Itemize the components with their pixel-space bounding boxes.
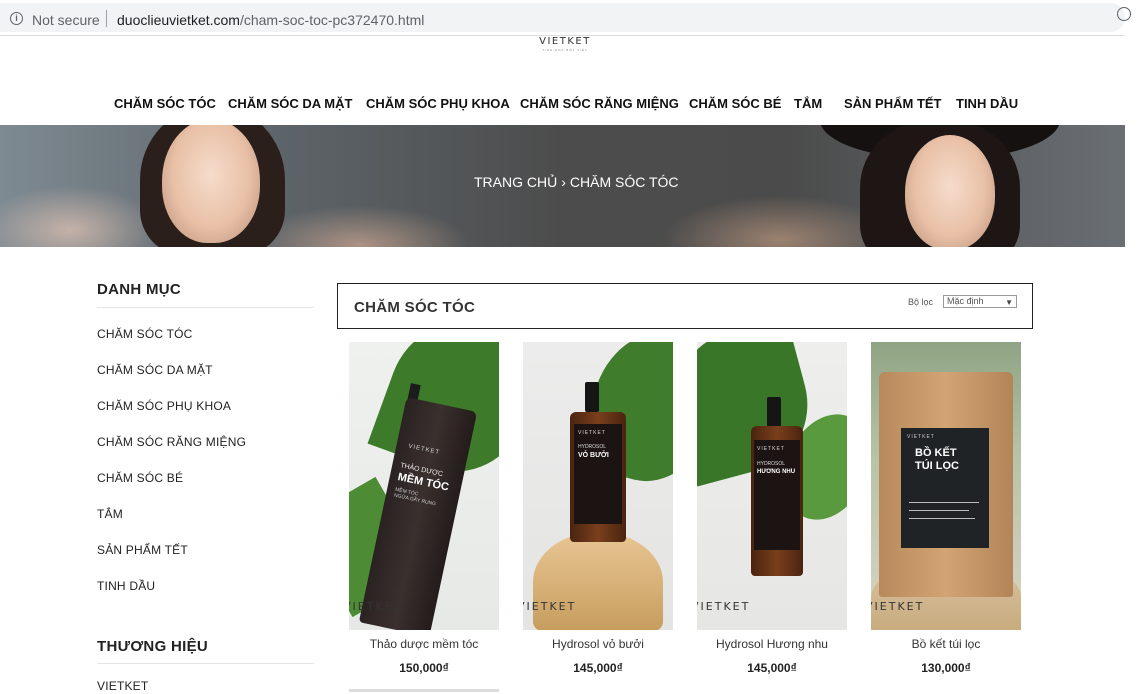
product-name[interactable]: Bồ kết túi lọc <box>861 637 1031 651</box>
sidebar-item-cham-soc-rang-mieng[interactable]: CHĂM SÓC RĂNG MIỆNG <box>97 435 246 449</box>
product-image[interactable]: VIETKET THẢO DƯỢC MỀM TÓC MỀM TÓC NGỪA G… <box>349 342 499 630</box>
omnibox-divider <box>106 10 107 27</box>
category-header: CHĂM SÓC TÓC Bộ lọc Mặc định ▼ <box>337 283 1033 329</box>
spray-nozzle <box>767 397 781 427</box>
bottle-brand: VIETKET <box>407 443 441 457</box>
site-logo[interactable]: VIETKET TINH HOA BỐT VIỆT <box>535 36 595 52</box>
nav-item-cham-soc-phu-khoa[interactable]: CHĂM SÓC PHỤ KHOA <box>366 96 510 111</box>
product-bottle: VIETKET HYDROSOL VỎ BƯỞI <box>570 412 626 542</box>
nav-item-cham-soc-be[interactable]: CHĂM SÓC BÉ <box>689 96 781 111</box>
product-image[interactable]: VIETKET HYDROSOL HƯƠNG NHU VIETKET <box>697 342 847 630</box>
omnibox[interactable]: i Not secure duoclieuvietket.com/cham-so… <box>0 3 1125 32</box>
bag-text: BỒ KẾT <box>915 447 957 459</box>
bottle-brand: VIETKET <box>757 446 785 452</box>
banner-model-face-left <box>162 125 260 243</box>
kraft-bag: VIETKET BỒ KẾT TÚI LỌC <box>879 372 1013 597</box>
nav-item-san-pham-tet[interactable]: SẢN PHẨM TẾT <box>844 96 942 111</box>
sidebar-item-tinh-dau[interactable]: TINH DẦU <box>97 579 155 593</box>
product-bottle: VIETKET HYDROSOL HƯƠNG NHU <box>751 426 803 576</box>
product-price: 150,000₫ <box>399 661 449 675</box>
breadcrumb: TRANG CHỦ › CHĂM SÓC TÓC <box>474 174 683 190</box>
wooden-bowl <box>533 532 663 630</box>
url-path: /cham-soc-toc-pc372470.html <box>239 12 425 28</box>
product-watermark: VIETKET <box>349 600 403 613</box>
product-card[interactable]: VIETKET HYDROSOL VỎ BƯỞI VIETKET Hydroso… <box>523 342 673 675</box>
category-heading: DANH MỤC <box>97 281 182 298</box>
chevron-down-icon: ▼ <box>1005 298 1013 307</box>
bottle-text: HYDROSOL <box>578 444 607 450</box>
breadcrumb-separator: › <box>561 174 566 190</box>
sidebar-item-san-pham-tet[interactable]: SẢN PHẨM TẾT <box>97 543 188 557</box>
product-watermark: VIETKET <box>697 600 751 613</box>
product-card[interactable]: VIETKET BỒ KẾT TÚI LỌC VIETKET Bồ kết tú… <box>871 342 1021 675</box>
bag-label-line <box>909 502 979 503</box>
security-indicator[interactable]: Not secure <box>32 12 100 28</box>
url-domain: duoclieuvietket.com <box>117 12 240 28</box>
category-title: CHĂM SÓC TÓC <box>354 299 476 316</box>
nav-item-tam[interactable]: TẮM <box>794 96 822 111</box>
product-price: 145,000₫ <box>747 661 797 675</box>
product-price: 145,000₫ <box>573 661 623 675</box>
logo-tagline: TINH HOA BỐT VIỆT <box>542 48 588 52</box>
sidebar-item-cham-soc-toc[interactable]: CHĂM SÓC TÓC <box>97 327 193 341</box>
category-heading-rule <box>97 307 314 308</box>
sidebar-item-cham-soc-be[interactable]: CHĂM SÓC BÉ <box>97 471 183 485</box>
product-name[interactable]: Hydrosol Hương nhu <box>687 637 857 651</box>
banner-glow <box>0 185 160 247</box>
profile-icon[interactable] <box>1117 7 1131 21</box>
spray-nozzle <box>585 382 599 412</box>
bag-label-line <box>909 518 975 519</box>
bag-text: TÚI LỌC <box>915 460 959 472</box>
breadcrumb-current: CHĂM SÓC TÓC <box>569 174 679 190</box>
sidebar-brand-vietket[interactable]: VIETKET <box>97 679 148 693</box>
product-watermark: VIETKET <box>523 600 577 613</box>
bottle-text: HƯƠNG NHU <box>757 469 796 475</box>
product-image[interactable]: VIETKET BỒ KẾT TÚI LỌC VIETKET <box>871 342 1021 630</box>
browser-address-bar: i Not secure duoclieuvietket.com/cham-so… <box>0 0 1139 35</box>
bag-label <box>901 428 989 548</box>
nav-item-cham-soc-rang-mieng[interactable]: CHĂM SÓC RĂNG MIỆNG <box>520 96 679 111</box>
bottle-label <box>574 424 622 524</box>
bag-brand: VIETKET <box>907 434 935 440</box>
product-card[interactable]: VIETKET HYDROSOL HƯƠNG NHU VIETKET Hydro… <box>697 342 847 675</box>
product-image[interactable]: VIETKET HYDROSOL VỎ BƯỞI VIETKET <box>523 342 673 630</box>
nav-item-cham-soc-toc[interactable]: CHĂM SÓC TÓC <box>114 96 216 111</box>
bottle-brand: VIETKET <box>578 430 606 436</box>
sidebar-item-cham-soc-phu-khoa[interactable]: CHĂM SÓC PHỤ KHOA <box>97 399 231 413</box>
sidebar-item-cham-soc-da-mat[interactable]: CHĂM SÓC DA MẶT <box>97 363 213 377</box>
sort-select-value: Mặc định <box>947 296 984 306</box>
breadcrumb-home[interactable]: TRANG CHỦ <box>474 174 557 190</box>
bottle-label <box>754 440 800 550</box>
url-text[interactable]: duoclieuvietket.com/cham-soc-toc-pc37247… <box>117 12 424 28</box>
bottle-text: VỎ BƯỞI <box>578 452 609 459</box>
sidebar-item-tam[interactable]: TẮM <box>97 507 123 521</box>
product-name[interactable]: Thảo dược mềm tóc <box>339 637 509 651</box>
logo-wordmark: VIETKET <box>539 36 591 47</box>
sort-select[interactable]: Mặc định ▼ <box>943 295 1017 308</box>
brand-heading-rule <box>97 663 314 664</box>
product-price: 130,000₫ <box>921 661 971 675</box>
product-card[interactable]: VIETKET THẢO DƯỢC MỀM TÓC MỀM TÓC NGỪA G… <box>349 342 499 675</box>
bag-label-line <box>909 510 969 511</box>
nav-item-cham-soc-da-mat[interactable]: CHĂM SÓC DA MẶT <box>228 96 352 111</box>
product-name[interactable]: Hydrosol vỏ bưởi <box>513 637 683 651</box>
info-icon[interactable]: i <box>10 12 23 25</box>
bottle-text: HYDROSOL <box>757 461 786 467</box>
product-watermark: VIETKET <box>871 600 925 613</box>
nav-item-tinh-dau[interactable]: TINH DẦU <box>956 96 1018 111</box>
banner-model-face-right <box>905 135 995 247</box>
brand-heading: THƯƠNG HIỆU <box>97 638 209 655</box>
filter-label: Bộ lọc <box>908 297 934 307</box>
main-nav: CHĂM SÓC TÓC CHĂM SÓC DA MẶT CHĂM SÓC PH… <box>0 96 1125 114</box>
next-row-product-edge <box>349 689 499 692</box>
